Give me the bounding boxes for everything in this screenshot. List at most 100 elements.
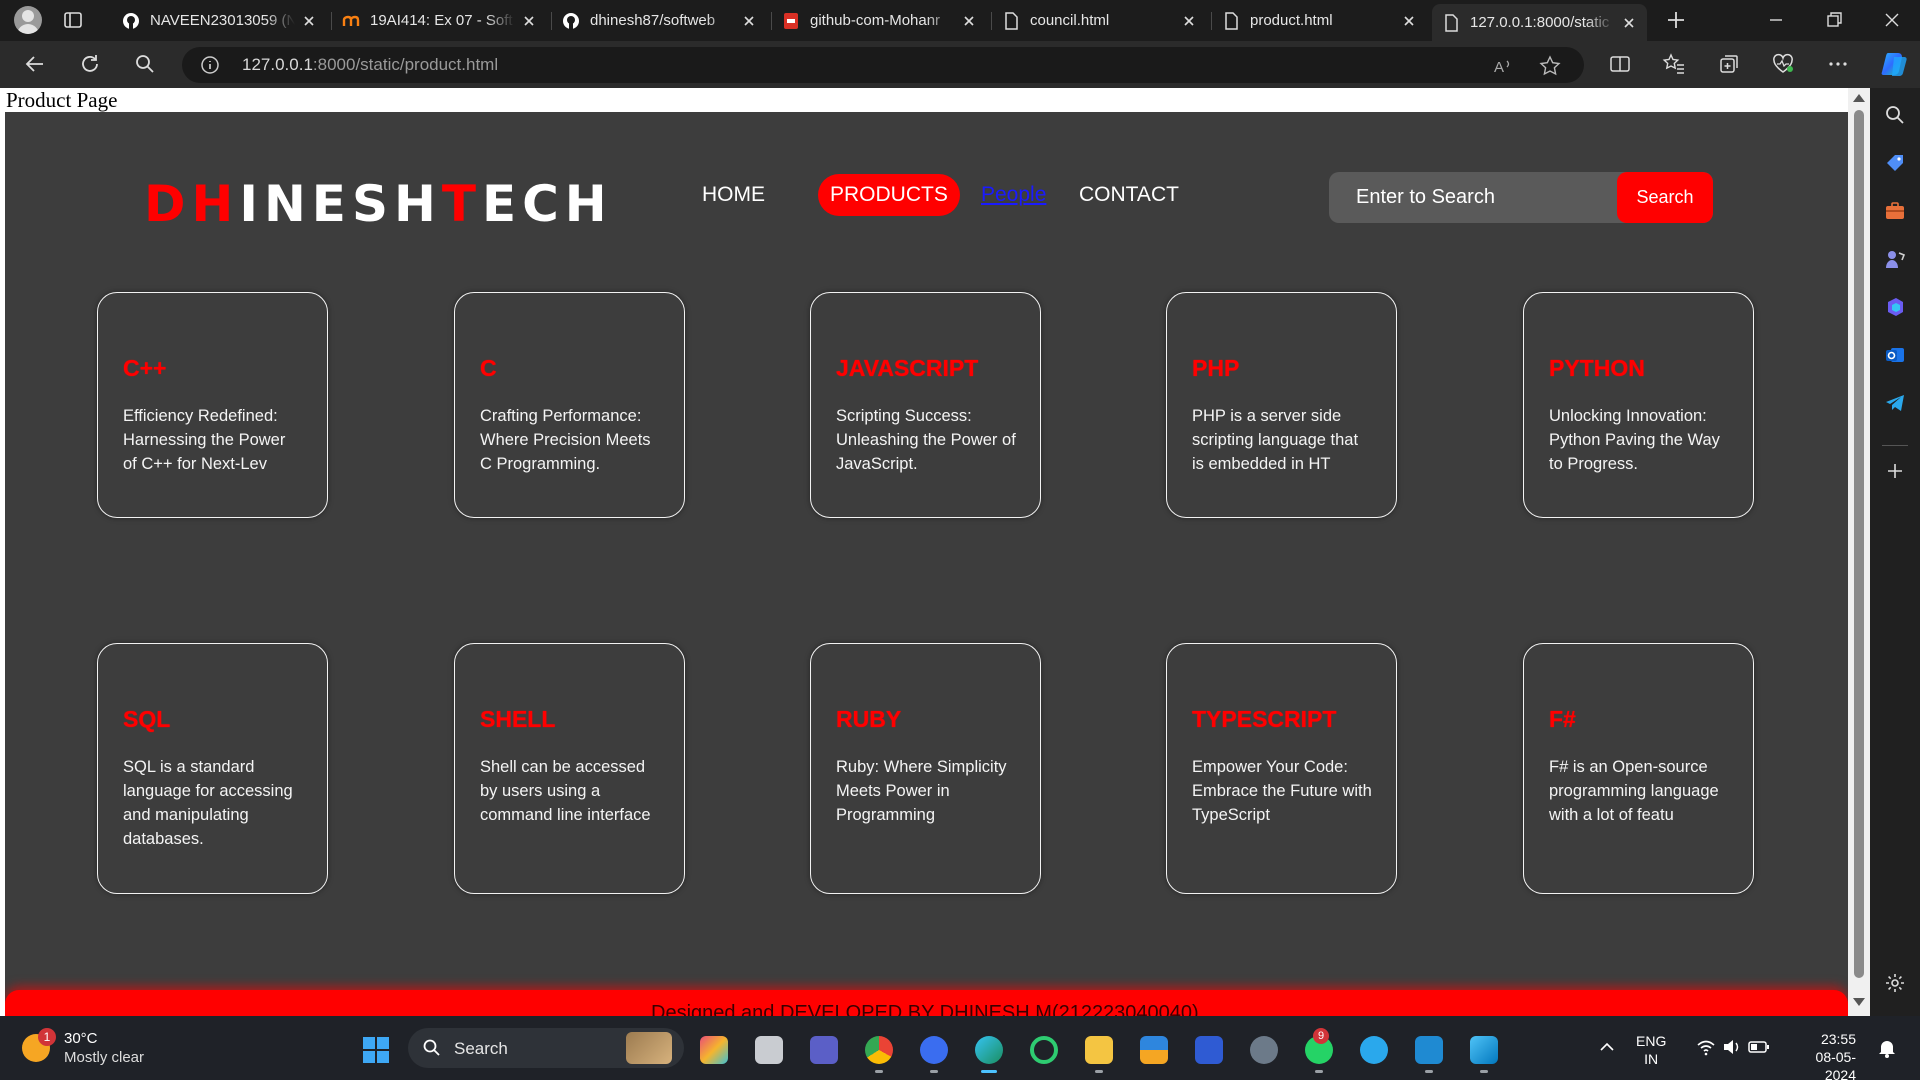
proton-vpn-icon[interactable]: [920, 1036, 948, 1073]
copilot-pre-icon[interactable]: [700, 1036, 728, 1064]
games-icon[interactable]: [1884, 248, 1906, 270]
product-card[interactable]: JAVASCRIPT Scripting Success: Unleashing…: [810, 292, 1041, 518]
search-icon[interactable]: [132, 51, 158, 77]
app-ring-icon[interactable]: [1030, 1036, 1058, 1064]
github-icon: [122, 12, 140, 30]
close-icon[interactable]: [1621, 15, 1637, 31]
product-card[interactable]: PHP PHP is a server side scripting langu…: [1166, 292, 1397, 518]
search-box: Search: [1329, 172, 1713, 223]
page-title: Product Page: [6, 88, 118, 112]
nav-home-link[interactable]: HOME: [702, 183, 765, 207]
telegram-icon[interactable]: [1884, 392, 1906, 414]
close-icon[interactable]: [961, 13, 977, 29]
weather-widget[interactable]: 1 30°C Mostly clear: [22, 1028, 182, 1068]
card-title: F#: [1549, 706, 1576, 732]
volume-icon[interactable]: [1722, 1038, 1742, 1056]
refresh-icon[interactable]: [77, 51, 103, 77]
windows-start-icon[interactable]: [362, 1036, 390, 1064]
file-icon: [1002, 11, 1020, 30]
nav-people-link[interactable]: People: [981, 183, 1046, 207]
profile-avatar-icon[interactable]: [14, 6, 42, 34]
card-title: SQL: [123, 706, 171, 732]
browser-tab[interactable]: github-com-Mohanr: [772, 4, 987, 37]
product-card[interactable]: PYTHON Unlocking Innovation: Python Pavi…: [1523, 292, 1754, 518]
wifi-icon[interactable]: [1696, 1038, 1716, 1056]
close-icon[interactable]: [521, 13, 537, 29]
browser-tab[interactable]: NAVEEN23013059 (N: [112, 4, 327, 37]
favorites-icon[interactable]: [1662, 52, 1686, 76]
browser-tab[interactable]: product.html: [1212, 4, 1427, 37]
address-bar[interactable]: 127.0.0.1:8000/static/product.html A: [182, 47, 1584, 83]
file-explorer-icon[interactable]: [1085, 1036, 1113, 1073]
split-screen-icon[interactable]: [1608, 52, 1632, 76]
card-description: Efficiency Redefined: Harnessing the Pow…: [123, 407, 286, 473]
github-icon: [562, 12, 580, 30]
close-icon[interactable]: [1181, 13, 1197, 29]
url-text[interactable]: 127.0.0.1:8000/static/product.html: [242, 55, 498, 75]
browser-tab-active[interactable]: 127.0.0.1:8000/static: [1432, 4, 1647, 41]
scroll-down-arrow-icon[interactable]: [1853, 998, 1865, 1006]
nav-contact-link[interactable]: CONTACT: [1079, 183, 1179, 207]
product-card[interactable]: SQL SQL is a standard language for acces…: [97, 643, 328, 894]
site-info-icon[interactable]: [200, 55, 220, 75]
telegram-icon[interactable]: [1360, 1036, 1388, 1064]
battery-icon[interactable]: [1748, 1038, 1770, 1056]
browser-essentials-icon[interactable]: [1771, 52, 1795, 76]
close-icon[interactable]: [741, 13, 757, 29]
settings-icon[interactable]: [1250, 1036, 1278, 1064]
browser-tab[interactable]: 19AI414: Ex 07 - Soft: [332, 4, 547, 37]
browser-tab[interactable]: dhinesh87/softweb: [552, 4, 767, 37]
minimize-icon[interactable]: [1764, 8, 1788, 32]
shopping-tag-icon[interactable]: [1884, 152, 1906, 174]
favorite-star-icon[interactable]: [1539, 55, 1561, 77]
product-card[interactable]: F# F# is an Open-source programming lang…: [1523, 643, 1754, 894]
notification-bell-icon[interactable]: [1878, 1038, 1896, 1058]
microsoft-365-icon[interactable]: [1884, 296, 1906, 318]
chevron-up-icon[interactable]: [1598, 1038, 1616, 1056]
back-arrow-icon[interactable]: [22, 51, 48, 77]
task-view-icon[interactable]: [755, 1036, 783, 1064]
card-description: Crafting Performance: Where Precision Me…: [480, 407, 651, 473]
more-options-icon[interactable]: [1826, 52, 1850, 76]
system-tray: ENG IN 23:55 08-05-2024: [1590, 1016, 1920, 1080]
product-card[interactable]: SHELL Shell can be accessed by users usi…: [454, 643, 685, 894]
tools-briefcase-icon[interactable]: [1884, 200, 1906, 222]
nav-products-link[interactable]: PRODUCTS: [818, 174, 960, 216]
chrome-icon[interactable]: [865, 1036, 893, 1073]
close-icon[interactable]: [301, 13, 317, 29]
edge-browser-icon[interactable]: [975, 1036, 1003, 1073]
collections-icon[interactable]: [1717, 52, 1741, 76]
search-icon: [423, 1039, 440, 1056]
file-icon: [1222, 11, 1240, 30]
app-blue-icon[interactable]: [1470, 1036, 1498, 1073]
teams-icon[interactable]: [810, 1036, 838, 1064]
search-input[interactable]: [1329, 172, 1609, 223]
tab-actions-icon[interactable]: [62, 9, 84, 31]
copilot-icon[interactable]: [1880, 49, 1910, 79]
window-close-icon[interactable]: [1880, 8, 1904, 32]
product-card[interactable]: TYPESCRIPT Empower Your Code: Embrace th…: [1166, 643, 1397, 894]
search-button[interactable]: Search: [1617, 172, 1713, 223]
restore-icon[interactable]: [1822, 8, 1846, 32]
scroll-up-arrow-icon[interactable]: [1853, 94, 1865, 102]
close-icon[interactable]: [1401, 13, 1417, 29]
product-card[interactable]: C++ Efficiency Redefined: Harnessing the…: [97, 292, 328, 518]
microsoft-store-icon[interactable]: [1140, 1036, 1168, 1064]
search-icon[interactable]: [1884, 104, 1906, 126]
language-indicator[interactable]: ENG IN: [1636, 1032, 1666, 1068]
settings-gear-icon[interactable]: [1884, 972, 1906, 994]
new-tab-icon[interactable]: [1664, 8, 1688, 32]
scrollbar-thumb[interactable]: [1854, 110, 1864, 978]
page-scrollbar[interactable]: [1848, 88, 1870, 1016]
add-icon[interactable]: [1884, 460, 1906, 482]
read-aloud-icon[interactable]: A: [1492, 55, 1514, 77]
outlook-icon[interactable]: [1884, 344, 1906, 366]
taskbar-search[interactable]: Search: [408, 1028, 684, 1068]
app-l-icon[interactable]: [1195, 1036, 1223, 1064]
clock[interactable]: 23:55 08-05-2024: [1786, 1030, 1856, 1080]
product-card[interactable]: RUBY Ruby: Where Simplicity Meets Power …: [810, 643, 1041, 894]
vs-code-icon[interactable]: [1415, 1036, 1443, 1073]
browser-tab[interactable]: council.html: [992, 4, 1207, 37]
product-card[interactable]: C Crafting Performance: Where Precision …: [454, 292, 685, 518]
card-title: PYTHON: [1549, 355, 1645, 381]
